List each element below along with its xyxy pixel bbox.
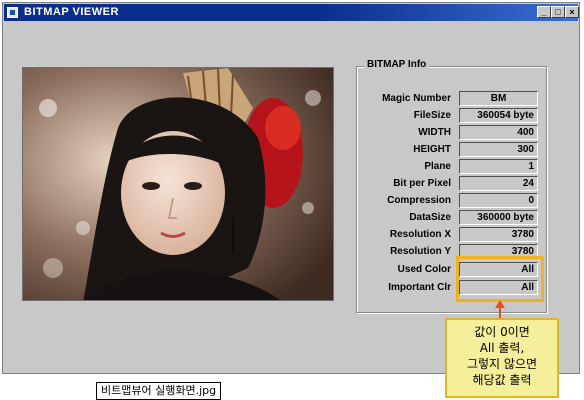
- callout-line: 그렇지 않으면: [466, 357, 538, 371]
- image-caption: 비트맵뷰어 실행화면.jpg: [96, 382, 222, 400]
- callout-line: 해당값 출력: [472, 373, 532, 387]
- callout-line: 값이 0이면: [474, 325, 530, 339]
- callout-line: All 출력,: [479, 341, 525, 355]
- annotation-callout: 값이 0이면 All 출력, 그렇지 않으면 해당값 출력: [445, 318, 559, 398]
